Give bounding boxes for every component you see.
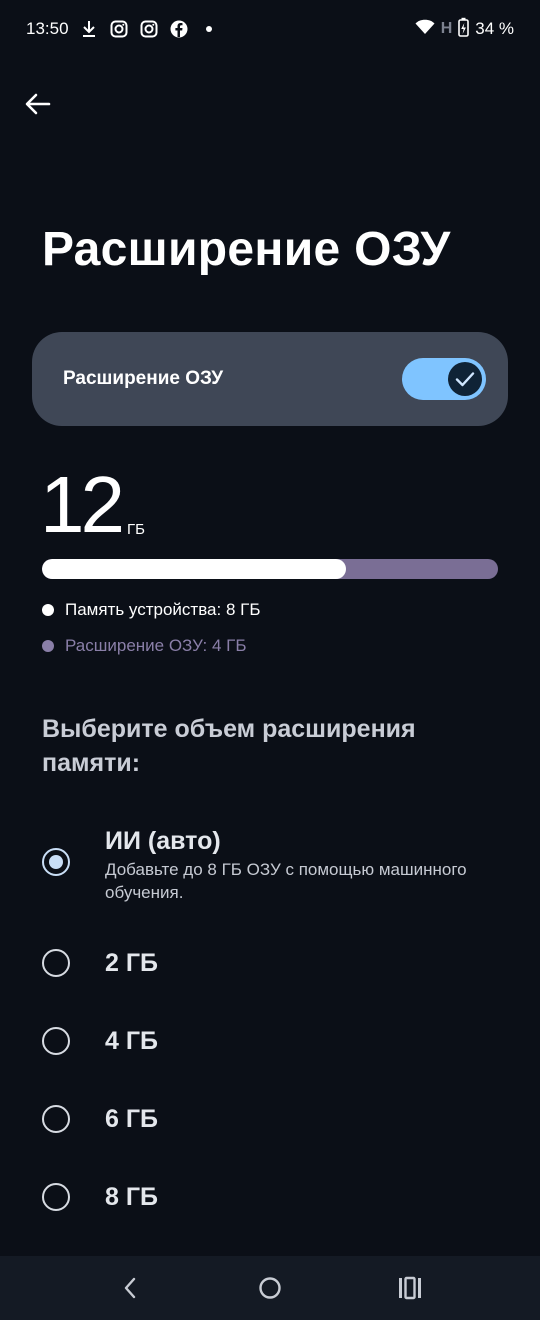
option-4gb[interactable]: 4 ГБ: [42, 1027, 502, 1055]
legend-label-device: Память устройства: 8 ГБ: [65, 600, 261, 619]
radio-button[interactable]: [42, 1183, 70, 1211]
ram-extension-switch[interactable]: [402, 358, 486, 400]
status-right: H 34 %: [415, 17, 514, 42]
ram-extension-toggle-row[interactable]: Расширение ОЗУ: [32, 332, 508, 426]
option-8gb[interactable]: 8 ГБ: [42, 1183, 502, 1211]
option-text: 6 ГБ: [105, 1105, 158, 1133]
download-icon: [79, 19, 99, 39]
option-text: ИИ (авто) Добавьте до 8 ГБ ОЗУ с помощью…: [105, 827, 502, 904]
status-time: 13:50: [26, 19, 69, 38]
toggle-label: Расширение ОЗУ: [63, 368, 224, 389]
instagram-icon: [109, 19, 129, 39]
legend-label-extension: Расширение ОЗУ: 4 ГБ: [65, 636, 247, 655]
nav-recents-icon: [399, 1276, 421, 1300]
nav-back-button[interactable]: [106, 1264, 154, 1312]
wifi-icon: [415, 19, 435, 40]
system-navigation-bar: [0, 1256, 540, 1320]
arrow-left-icon: [25, 93, 51, 115]
radio-selected-dot: [49, 855, 63, 869]
back-button[interactable]: [18, 84, 58, 124]
ram-total: 12 ГБ: [40, 462, 145, 548]
radio-button[interactable]: [42, 949, 70, 977]
option-description: Добавьте до 8 ГБ ОЗУ с помощью машинного…: [105, 860, 467, 902]
radio-button[interactable]: [42, 848, 70, 876]
legend-device-memory: Память устройства: 8 ГБ: [42, 600, 261, 620]
page-title: Расширение ОЗУ: [42, 223, 451, 276]
legend-dot-device: [42, 604, 54, 616]
instagram-icon: [139, 19, 159, 39]
device-memory-fill: [42, 559, 347, 579]
nav-recents-button[interactable]: [386, 1264, 434, 1312]
ram-total-unit: ГБ: [126, 521, 145, 538]
option-2gb[interactable]: 2 ГБ: [42, 949, 502, 977]
status-bar: 13:50 H 34 %: [0, 0, 540, 58]
nav-home-button[interactable]: [246, 1264, 294, 1312]
status-left: 13:50: [26, 19, 219, 39]
switch-thumb: [448, 362, 482, 396]
option-text: 4 ГБ: [105, 1027, 158, 1055]
section-title: Выберите объем расширения памяти:: [42, 715, 416, 777]
option-label: 2 ГБ: [105, 949, 158, 977]
option-6gb[interactable]: 6 ГБ: [42, 1105, 502, 1133]
option-label: ИИ (авто): [105, 827, 221, 855]
legend-ram-extension: Расширение ОЗУ: 4 ГБ: [42, 636, 247, 656]
battery-charging-icon: [458, 17, 470, 42]
radio-button[interactable]: [42, 1027, 70, 1055]
battery-percentage: 34 %: [475, 19, 514, 38]
option-text: 2 ГБ: [105, 949, 158, 977]
option-label: 4 ГБ: [105, 1027, 158, 1055]
radio-button[interactable]: [42, 1105, 70, 1133]
ram-total-value: 12: [40, 460, 125, 549]
memory-usage-bar: [42, 559, 498, 579]
legend-dot-extension: [42, 640, 54, 652]
option-text: 8 ГБ: [105, 1183, 158, 1211]
option-ai-auto[interactable]: ИИ (авто) Добавьте до 8 ГБ ОЗУ с помощью…: [42, 827, 502, 904]
checkmark-icon: [455, 372, 475, 387]
dot-icon: [199, 19, 219, 39]
facebook-icon: [169, 19, 189, 39]
network-type: H: [440, 20, 453, 37]
nav-back-icon: [124, 1277, 136, 1299]
option-label: 8 ГБ: [105, 1183, 158, 1211]
option-label: 6 ГБ: [105, 1105, 158, 1133]
nav-home-icon: [259, 1277, 281, 1299]
